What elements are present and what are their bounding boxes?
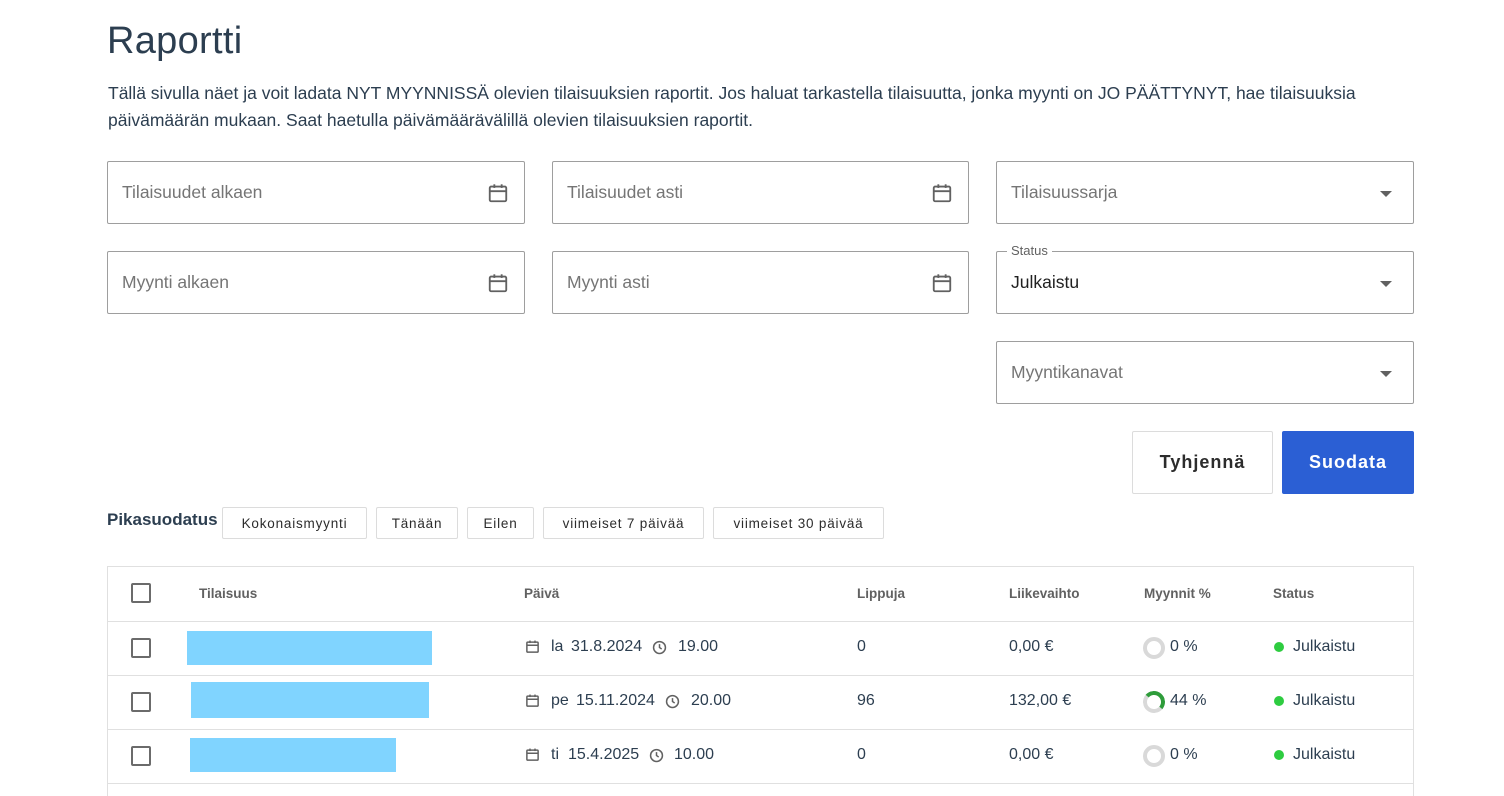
event-name-redacted[interactable] [191, 682, 429, 718]
row-tickets: 0 [857, 746, 866, 763]
header-sales-percent[interactable]: Myynnit % [1144, 586, 1211, 601]
row-revenue: 132,00 € [1009, 692, 1072, 709]
row-checkbox[interactable] [131, 746, 151, 766]
chip-today[interactable]: Tänään [376, 507, 458, 539]
status-value: Julkaistu [1011, 272, 1080, 292]
calendar-icon [526, 748, 539, 761]
row-checkbox[interactable] [131, 638, 151, 658]
calendar-icon[interactable] [931, 182, 953, 204]
header-status[interactable]: Status [1273, 586, 1314, 601]
calendar-icon [526, 694, 539, 707]
calendar-icon[interactable] [931, 272, 953, 294]
series-placeholder: Tilaisuussarja [1011, 182, 1118, 202]
chip-total-sales[interactable]: Kokonaismyynti [222, 507, 367, 539]
status-select[interactable]: Status Julkaistu [996, 243, 1414, 314]
row-date: 31.8.2024 [571, 638, 643, 655]
row-revenue: 0,00 € [1009, 746, 1054, 763]
events-from-field[interactable]: Tilaisuudet alkaen [107, 161, 525, 224]
header-date[interactable]: Päivä [524, 586, 559, 601]
sales-from-placeholder: Myynti alkaen [122, 272, 229, 292]
row-percent: 0 % [1170, 638, 1198, 655]
events-to-placeholder: Tilaisuudet asti [567, 182, 684, 202]
row-tickets: 0 [857, 638, 866, 655]
row-percent: 44 % [1170, 692, 1207, 709]
row-time: 20.00 [691, 692, 732, 709]
filter-button[interactable]: Suodata [1282, 431, 1414, 494]
chevron-down-icon [1380, 191, 1392, 197]
channels-placeholder: Myyntikanavat [1011, 362, 1123, 382]
header-revenue[interactable]: Liikevaihto [1009, 586, 1080, 601]
sales-progress-ring [1143, 637, 1165, 659]
sales-to-placeholder: Myynti asti [567, 272, 650, 292]
status-dot [1274, 642, 1284, 652]
table-row[interactable]: la 31.8.2024 19.00 0 0,00 € 0 % Julkaist… [108, 621, 1413, 676]
row-date: 15.11.2024 [576, 692, 655, 709]
table-row[interactable]: pe 15.11.2024 20.00 96 132,00 € 44 % Jul… [108, 675, 1413, 730]
clear-button[interactable]: Tyhjennä [1132, 431, 1273, 494]
select-all-checkbox[interactable] [131, 583, 151, 603]
row-time: 10.00 [674, 746, 715, 763]
events-table: Tilaisuus Päivä Lippuja Liikevaihto Myyn… [107, 566, 1414, 796]
calendar-icon[interactable] [487, 182, 509, 204]
event-name-redacted[interactable] [190, 738, 396, 772]
chevron-down-icon [1380, 281, 1392, 287]
row-date: 15.4.2025 [568, 746, 640, 763]
series-select[interactable]: Tilaisuussarja [996, 161, 1414, 224]
chevron-down-icon [1380, 371, 1392, 377]
header-event[interactable]: Tilaisuus [199, 586, 257, 601]
sales-progress-ring [1143, 745, 1165, 767]
event-name-redacted[interactable] [187, 631, 432, 665]
chip-last-7-days[interactable]: viimeiset 7 päivää [543, 507, 704, 539]
table-row[interactable]: ti 15.4.2025 10.00 0 0,00 € 0 % Julkaist… [108, 729, 1413, 784]
row-status: Julkaistu [1293, 692, 1356, 709]
calendar-icon[interactable] [487, 272, 509, 294]
sales-to-field[interactable]: Myynti asti [552, 251, 969, 314]
events-to-field[interactable]: Tilaisuudet asti [552, 161, 969, 224]
status-dot [1274, 696, 1284, 706]
row-status: Julkaistu [1293, 638, 1356, 655]
sales-progress-ring [1142, 690, 1166, 714]
row-checkbox[interactable] [131, 692, 151, 712]
row-weekday: pe [551, 692, 569, 709]
clock-icon [665, 694, 680, 709]
row-weekday: la [551, 638, 564, 655]
sales-from-field[interactable]: Myynti alkaen [107, 251, 525, 314]
page-title: Raportti [107, 20, 243, 62]
events-from-placeholder: Tilaisuudet alkaen [122, 182, 263, 202]
quick-filter-label: Pikasuodatus [107, 510, 218, 529]
page-intro: Tällä sivulla näet ja voit ladata NYT MY… [108, 83, 1356, 130]
row-tickets: 96 [857, 692, 875, 709]
channels-select[interactable]: Myyntikanavat [996, 341, 1414, 404]
chip-last-30-days[interactable]: viimeiset 30 päivää [713, 507, 884, 539]
chip-yesterday[interactable]: Eilen [467, 507, 534, 539]
row-weekday: ti [551, 746, 559, 763]
row-revenue: 0,00 € [1009, 638, 1054, 655]
row-time: 19.00 [678, 638, 719, 655]
clock-icon [649, 748, 664, 763]
status-label: Status [1007, 243, 1052, 258]
clock-icon [652, 640, 667, 655]
header-tickets[interactable]: Lippuja [857, 586, 905, 601]
calendar-icon [526, 640, 539, 653]
table-header: Tilaisuus Päivä Lippuja Liikevaihto Myyn… [108, 567, 1413, 622]
status-dot [1274, 750, 1284, 760]
row-percent: 0 % [1170, 746, 1198, 763]
row-status: Julkaistu [1293, 746, 1356, 763]
